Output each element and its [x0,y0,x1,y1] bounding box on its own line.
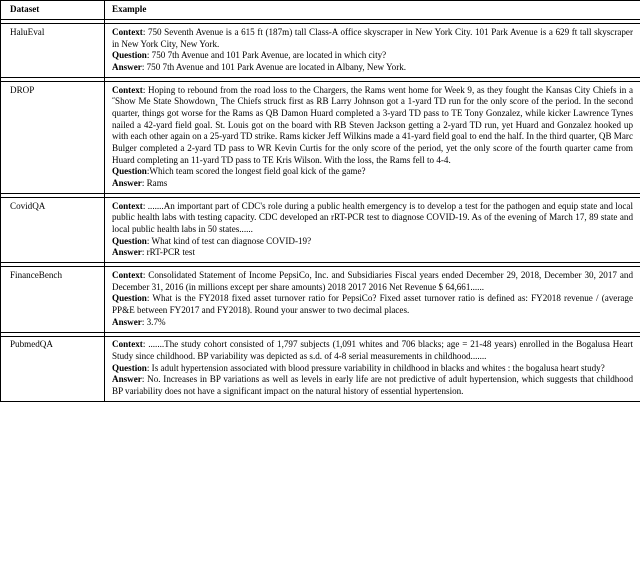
table-row: FinanceBench Context: Consolidated State… [0,267,640,332]
context-text: 750 Seventh Avenue is a 615 ft (187m) ta… [112,26,633,49]
answer-text: No. Increases in BP variations as well a… [112,374,633,396]
answer-line: Answer: No. Increases in BP variations a… [112,374,633,397]
context-line: Context: .......The study cohort consist… [112,339,633,362]
question-line: Question:Which team scored the longest f… [112,166,633,178]
answer-label: Answer [112,316,142,327]
answer-label: Answer [112,177,142,188]
example-cell: Context: Consolidated Statement of Incom… [104,267,640,332]
question-label: Question [112,235,147,246]
context-line: Context: .......An important part of CDC… [112,201,633,236]
example-cell: Context: 750 Seventh Avenue is a 615 ft … [104,24,640,77]
context-text: .......The study cohort consisted of 1,7… [112,339,633,361]
table-row: DROP Context: Hoping to rebound from the… [0,81,640,193]
context-label: Context [112,26,143,37]
question-label: Question [112,293,147,304]
dataset-name: CovidQA [0,197,105,263]
dataset-name: PubmedQA [0,336,105,402]
example-cell: Context: .......An important part of CDC… [104,197,640,263]
question-text: 750 7th Avenue and 101 Park Avenue, are … [149,50,387,61]
question-label: Question [112,362,147,373]
question-label: Question [112,166,147,177]
dataset-examples-table: Dataset Example HaluEval Context: 750 Se… [0,0,640,402]
table-row: PubmedQA Context: .......The study cohor… [0,336,640,402]
answer-text: 750 7th Avenue and 101 Park Avenue are l… [144,61,407,72]
question-text: What is the FY2018 fixed asset turnover … [112,293,633,315]
table-row: CovidQA Context: .......An important par… [0,197,640,263]
question-line: Question: Is adult hypertension associat… [112,363,633,375]
column-header-example: Example [104,0,640,20]
dataset-name: DROP [0,81,105,193]
answer-line: Answer: rRT-PCR test [112,247,633,259]
question-label: Question [112,50,147,61]
answer-line: Answer: 3.7% [112,317,633,329]
answer-text: Rams [144,177,168,188]
answer-label: Answer [112,61,142,72]
answer-line: Answer: Rams [112,178,633,190]
context-label: Context [112,269,143,280]
table-row: HaluEval Context: 750 Seventh Avenue is … [0,24,640,77]
answer-text: rRT-PCR test [144,247,196,258]
question-text: What kind of test can diagnose COVID-19? [149,235,312,246]
question-text: Which team scored the longest field goal… [149,166,366,177]
dataset-name: HaluEval [0,24,105,77]
context-text: Hoping to rebound from the road loss to … [112,84,633,165]
dataset-name: FinanceBench [0,267,105,332]
question-line: Question: 750 7th Avenue and 101 Park Av… [112,50,633,62]
context-text: Consolidated Statement of Income PepsiCo… [112,269,633,292]
context-label: Context [112,84,143,95]
context-line: Context: Consolidated Statement of Incom… [112,270,633,293]
question-text: Is adult hypertension associated with bl… [149,362,605,373]
question-line: Question: What is the FY2018 fixed asset… [112,293,633,316]
answer-text: 3.7% [144,316,166,327]
examples-table-container: Dataset Example HaluEval Context: 750 Se… [0,0,640,402]
question-line: Question: What kind of test can diagnose… [112,236,633,248]
context-line: Context: 750 Seventh Avenue is a 615 ft … [112,27,633,50]
column-header-dataset: Dataset [0,0,105,20]
answer-label: Answer [112,247,142,258]
context-text: .......An important part of CDC's role d… [112,200,633,234]
example-cell: Context: Hoping to rebound from the road… [104,81,640,193]
answer-line: Answer: 750 7th Avenue and 101 Park Aven… [112,62,633,74]
table-header-row: Dataset Example [0,0,640,20]
context-label: Context [112,200,143,211]
context-label: Context [112,339,143,350]
example-cell: Context: .......The study cohort consist… [104,336,640,402]
answer-label: Answer [112,374,142,385]
context-line: Context: Hoping to rebound from the road… [112,85,633,167]
